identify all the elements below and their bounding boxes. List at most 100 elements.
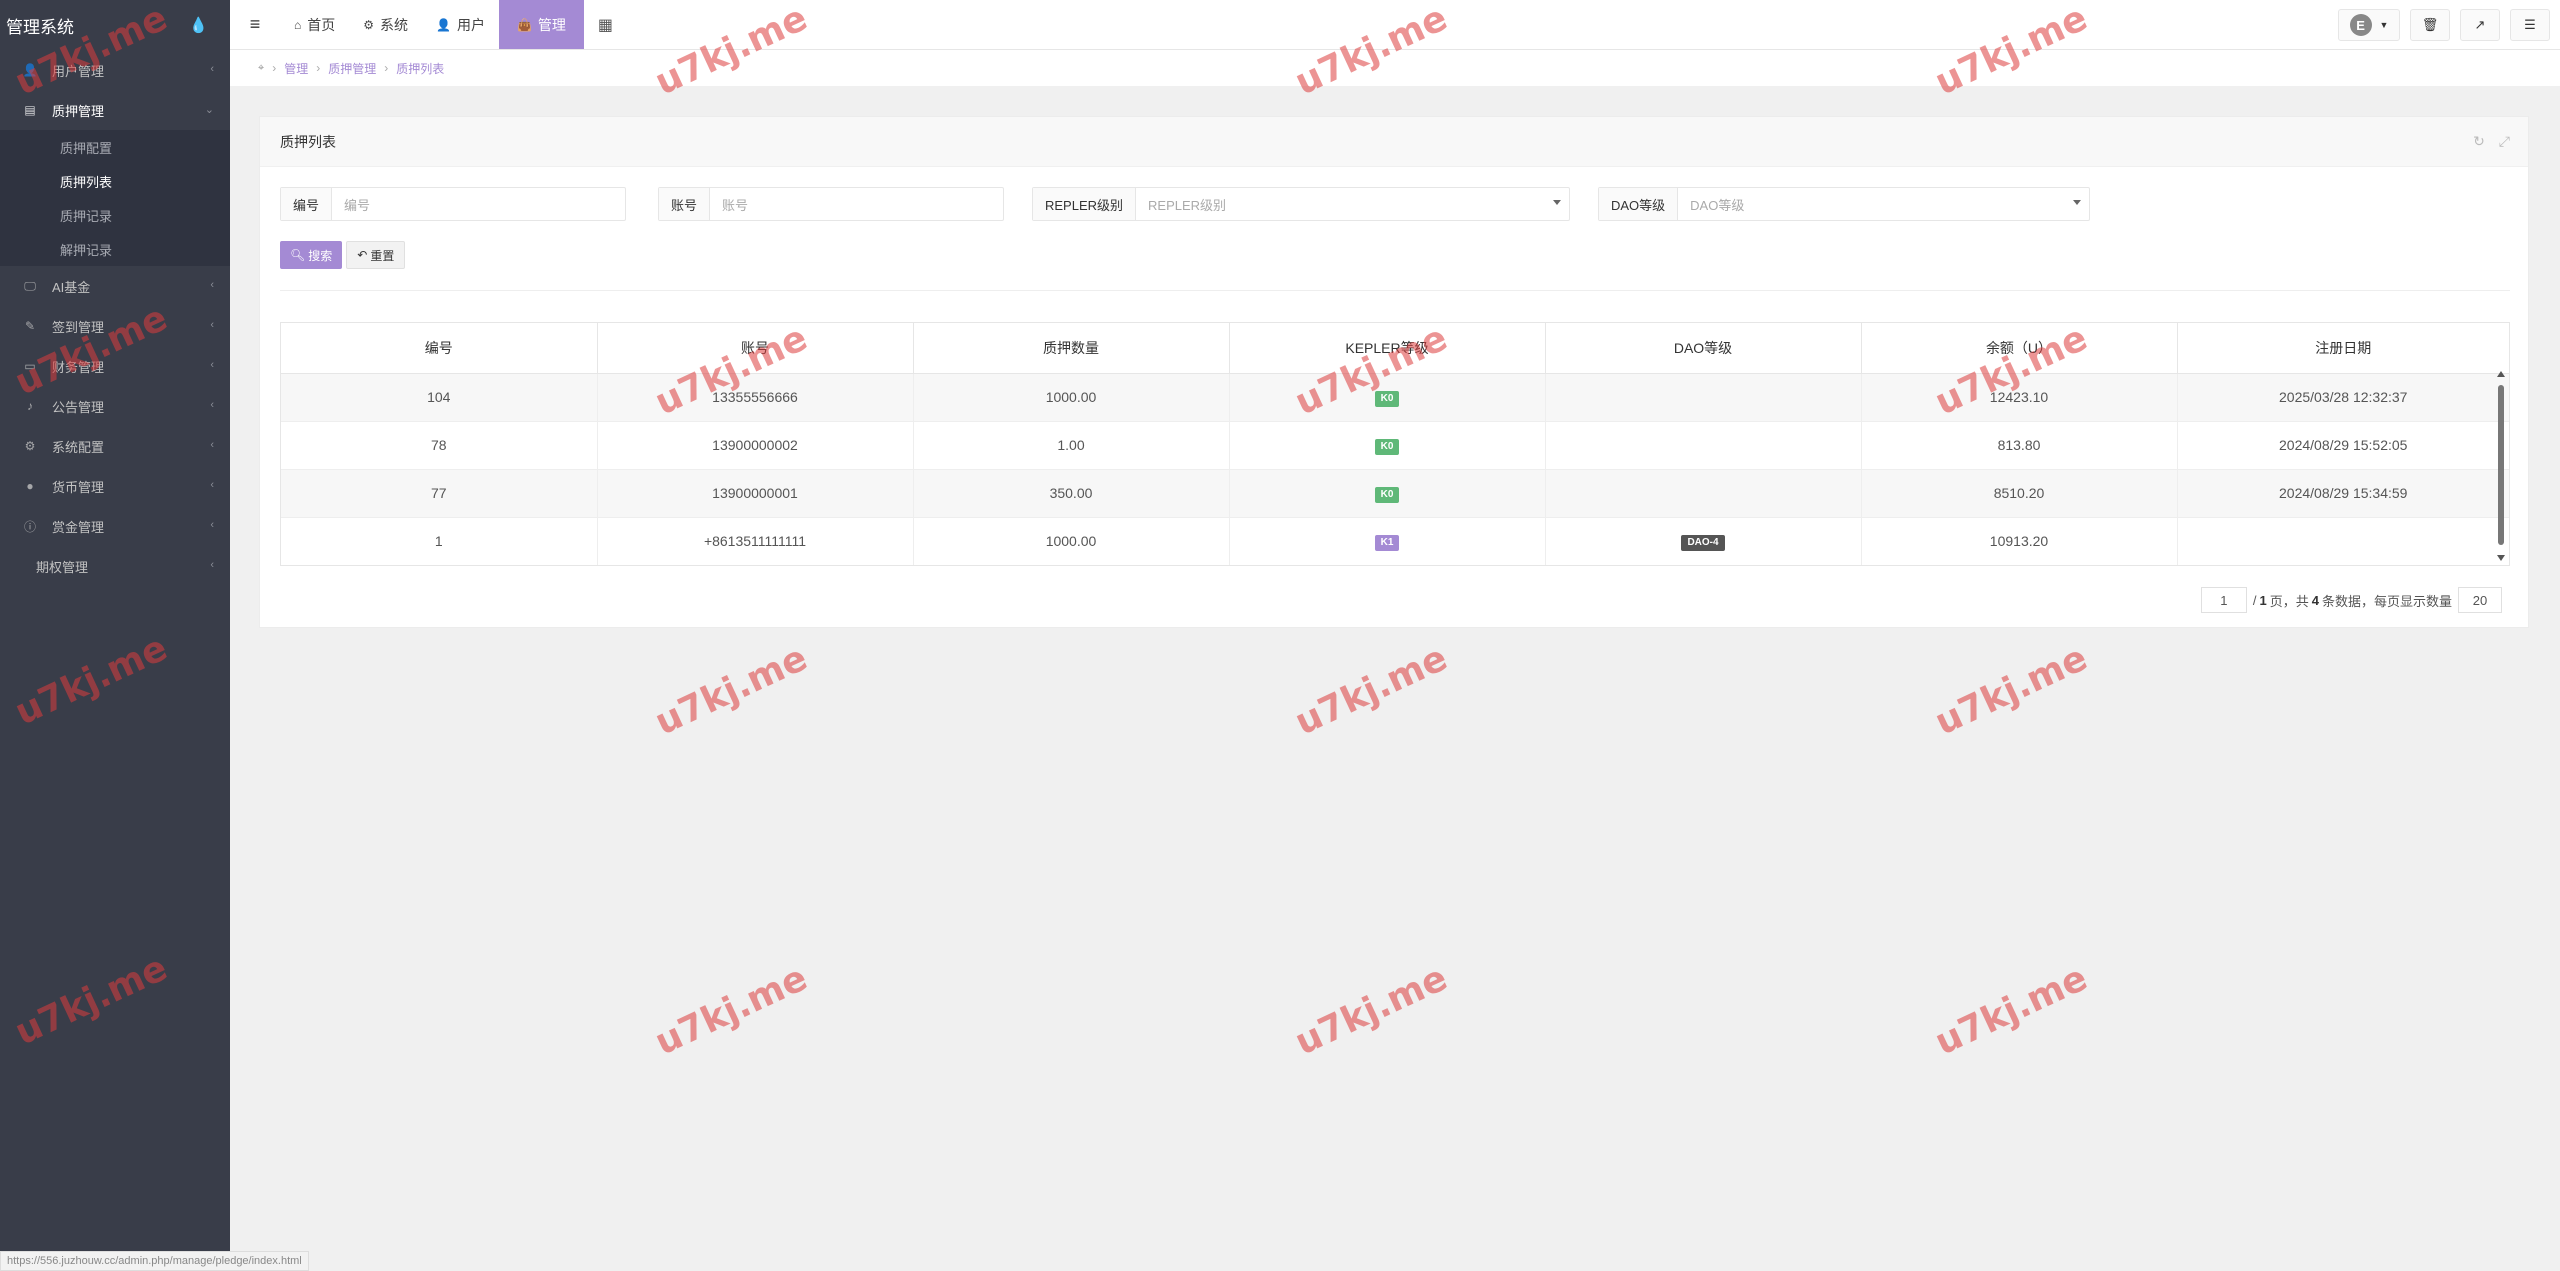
app-title: 管理系统: [6, 17, 74, 37]
user-menu-button[interactable]: E ▼: [2338, 9, 2400, 41]
chevron-left-icon: ‹: [210, 319, 214, 331]
sub-item-pledge-config[interactable]: 质押配置: [0, 130, 230, 164]
sub-item-pledge-list[interactable]: 质押列表: [0, 164, 230, 198]
filter-label: 账号: [659, 188, 711, 220]
cell-balance: 10913.20: [1861, 517, 2178, 565]
page-input[interactable]: 1: [2200, 587, 2247, 613]
table-row[interactable]: 104 13355556666 1000.00 K0 12423.10 2025…: [281, 373, 2509, 422]
tab-manage[interactable]: 👜 管理: [498, 0, 584, 49]
sidebar: 管理系统 💧 👤 用户管理 ‹ ▤ 质押管理 ⌄ 质押配置 质押列表 质押记录 …: [0, 0, 230, 1271]
panel-tools: ↻ ⤢: [2473, 133, 2510, 150]
fullscreen-icon[interactable]: ⤢: [2499, 133, 2510, 150]
chevron-left-icon: ‹: [210, 399, 214, 411]
scroll-thumb[interactable]: [2498, 385, 2504, 545]
filter-label: REPLER级别: [1033, 188, 1137, 220]
watermark: u7kj.me: [648, 637, 814, 744]
external-link-icon: ↗: [2474, 17, 2486, 32]
caret-down-icon: [1553, 200, 1561, 205]
pledge-table: 编号 账号 质押数量 KEPLER等级 DAO等级 余额（U） 注册日期 104…: [280, 322, 2510, 566]
total-records: 4: [2311, 592, 2319, 608]
tab-label: 首页: [307, 16, 336, 33]
chevron-left-icon: ‹: [210, 519, 214, 531]
sidebar-item-currency[interactable]: ● 货币管理 ‹: [0, 466, 230, 506]
divider: [280, 290, 2510, 291]
col-header[interactable]: KEPLER等级: [1229, 323, 1546, 374]
col-header[interactable]: 注册日期: [2177, 323, 2509, 374]
sub-item-unpledge-record[interactable]: 解押记录: [0, 232, 230, 266]
sidebar-item-sysconfig[interactable]: ⚙ 系统配置 ‹: [0, 426, 230, 466]
pager-text: 页，共: [2269, 593, 2309, 609]
breadcrumb-sep-icon: ›: [272, 61, 277, 75]
repler-select[interactable]: REPLER级别: [1136, 188, 1569, 220]
filter-label: 编号: [281, 188, 333, 220]
table-row[interactable]: 1 +8613511111111 1000.00 K1 DAO-4 10913.…: [281, 517, 2509, 565]
theme-drop-icon[interactable]: 💧: [189, 16, 208, 34]
col-header[interactable]: 余额（U）: [1861, 323, 2178, 374]
col-header[interactable]: 编号: [281, 323, 598, 374]
id-input[interactable]: 编号: [332, 188, 625, 220]
col-header[interactable]: DAO等级: [1545, 323, 1862, 374]
browser-status-url: https://556.juzhouw.cc/admin.php/manage/…: [0, 1251, 309, 1271]
tab-home[interactable]: ⌂ 首页: [280, 0, 349, 49]
breadcrumb-item[interactable]: 质押管理: [328, 60, 376, 77]
sidebar-item-label: 货币管理: [52, 479, 105, 495]
tab-user[interactable]: 👤 用户: [422, 0, 499, 49]
breadcrumb: ⌖ › 管理 › 质押管理 › 质押列表: [230, 50, 2560, 86]
sub-item-pledge-record[interactable]: 质押记录: [0, 198, 230, 232]
dao-select[interactable]: DAO等级: [1678, 188, 2089, 220]
trash-button[interactable]: 🗑: [2410, 9, 2450, 41]
sidebar-item-checkin[interactable]: ✎ 签到管理 ‹: [0, 306, 230, 346]
cell-account: +8613511111111: [597, 517, 914, 565]
table-row[interactable]: 77 13900000001 350.00 K0 8510.20 2024/08…: [281, 469, 2509, 518]
refresh-icon[interactable]: ↻: [2473, 133, 2485, 150]
sidebar-item-options[interactable]: 期权管理 ‹: [0, 546, 230, 586]
chevron-left-icon: ‹: [210, 439, 214, 451]
filter-id: 编号 编号: [280, 187, 626, 221]
scroll-up-icon[interactable]: [2497, 371, 2505, 377]
info-icon: ⓘ: [23, 519, 36, 534]
account-input[interactable]: 账号: [710, 188, 1003, 220]
scroll-down-icon[interactable]: [2497, 555, 2505, 561]
coin-icon: ●: [26, 479, 34, 493]
page-size-input[interactable]: 20: [2458, 587, 2502, 613]
panel-title: 质押列表: [280, 133, 336, 150]
cell-dao: [1545, 469, 1862, 518]
tab-label: 用户: [456, 16, 485, 33]
user-icon: 👤: [436, 17, 451, 32]
topbar: ≡ ⌂ 首页 ⚙ 系统 👤 用户 👜 管理 ▦ E ▼ 🗑 ↗ ☰: [230, 0, 2560, 50]
sidebar-item-pledge[interactable]: ▤ 质押管理 ⌄: [0, 90, 230, 130]
sidebar-item-user[interactable]: 👤 用户管理 ‹: [0, 50, 230, 90]
table-row[interactable]: 78 13900000002 1.00 K0 813.80 2024/08/29…: [281, 421, 2509, 470]
cell-kepler: K0: [1229, 469, 1546, 518]
reset-button[interactable]: ↶ 重置: [346, 241, 406, 269]
external-link-button[interactable]: ↗: [2460, 9, 2500, 41]
caret-down-icon: ▼: [2379, 20, 2389, 30]
cell-balance: 12423.10: [1861, 373, 2178, 422]
cell-id: 104: [281, 373, 598, 422]
search-button[interactable]: 🔍︎ 搜索: [280, 241, 343, 269]
tab-system[interactable]: ⚙ 系统: [349, 0, 422, 49]
cell-account: 13900000001: [597, 469, 914, 518]
home-icon: ⌂: [294, 17, 302, 32]
side-panel-button[interactable]: ☰: [2510, 9, 2550, 41]
breadcrumb-item[interactable]: 管理: [284, 60, 308, 77]
sidebar-item-finance[interactable]: ▭ 财务管理 ‹: [0, 346, 230, 386]
table-header-row: 编号 账号 质押数量 KEPLER等级 DAO等级 余额（U） 注册日期: [281, 323, 2509, 374]
table-icon: ▤: [24, 103, 36, 117]
edit-icon: ✎: [24, 319, 36, 333]
table-scrollbar[interactable]: [2497, 371, 2505, 561]
grid-icon[interactable]: ▦: [584, 0, 627, 49]
cell-date: [2177, 517, 2509, 565]
sidebar-item-notice[interactable]: ♪ 公告管理 ‹: [0, 386, 230, 426]
panel-header: 质押列表 ↻ ⤢: [260, 117, 2528, 167]
filter-dao: DAO等级 DAO等级: [1598, 187, 2090, 221]
menu-toggle-icon[interactable]: ≡: [230, 0, 280, 49]
sidebar-item-bounty[interactable]: ⓘ 赏金管理 ‹: [0, 506, 230, 546]
col-header[interactable]: 账号: [597, 323, 914, 374]
breadcrumb-item[interactable]: 质押列表: [396, 60, 444, 77]
cell-amount: 1000.00: [913, 517, 1230, 565]
kepler-badge: K0: [1374, 486, 1400, 503]
sidebar-item-ai-fund[interactable]: 🖵 AI基金 ‹: [0, 266, 230, 306]
cell-id: 77: [281, 469, 598, 518]
col-header[interactable]: 质押数量: [913, 323, 1230, 374]
